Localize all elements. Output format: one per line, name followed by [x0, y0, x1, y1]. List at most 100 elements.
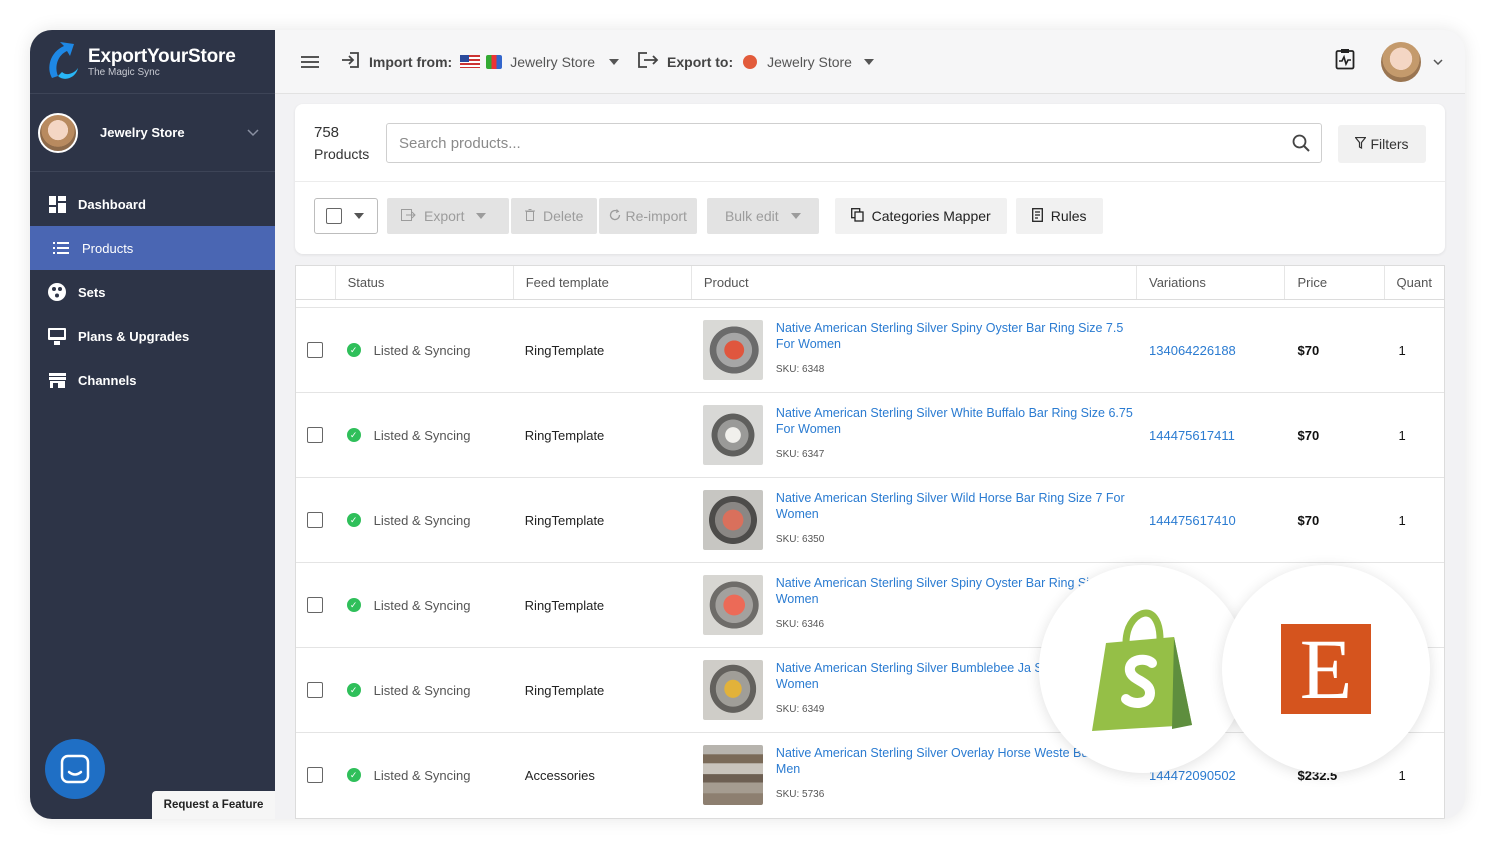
product-thumbnail[interactable]: [702, 405, 763, 465]
variation-link[interactable]: 134064226188: [1137, 343, 1285, 358]
chevron-down-icon: [247, 126, 259, 140]
import-label: Import from:: [369, 53, 453, 70]
column-header-price[interactable]: Price: [1285, 266, 1385, 299]
table-row[interactable]: ✓ Listed & Syncing RingTemplate Native Am…: [296, 392, 1444, 477]
sidebar-item-sets[interactable]: Sets: [30, 270, 275, 314]
sidebar-nav: Dashboard Products Sets Plans & Upgrades: [30, 172, 275, 402]
brand-logo[interactable]: ExportYourStore The Magic Sync: [30, 30, 275, 94]
delete-button[interactable]: Delete: [511, 198, 598, 234]
product-title-link[interactable]: Native American Sterling Silver White Bu…: [776, 405, 1136, 445]
sidebar-item-label: Sets: [78, 284, 106, 300]
search-input[interactable]: [399, 134, 1281, 152]
chevron-down-icon[interactable]: [1433, 56, 1443, 68]
bulk-edit-label: Bulk edit: [724, 208, 779, 224]
export-icon: [637, 51, 659, 72]
brand-name: ExportYourStore: [88, 45, 236, 67]
search-icon[interactable]: [1281, 134, 1321, 152]
marketplace-icon: [486, 54, 503, 69]
status-cell: ✓ Listed & Syncing: [336, 768, 514, 783]
caret-down-icon[interactable]: [354, 213, 364, 219]
product-thumbnail[interactable]: [702, 320, 763, 380]
store-name: Jewelry Store: [100, 125, 185, 140]
chat-launcher-button[interactable]: [45, 739, 105, 799]
status-cell: ✓ Listed & Syncing: [336, 343, 514, 358]
price-cell: $70: [1297, 342, 1320, 358]
etsy-logo-badge: E: [1222, 565, 1430, 773]
row-checkbox[interactable]: [307, 682, 323, 698]
table-header: Status Feed template Product Variations …: [296, 266, 1444, 300]
dashboard-icon: [48, 195, 66, 213]
clipboard-activity-icon[interactable]: [1335, 48, 1355, 75]
filters-label: Filters: [1370, 136, 1409, 152]
categories-mapper-label: Categories Mapper: [871, 208, 991, 224]
export-label: Export to:: [667, 53, 734, 70]
reimport-label: Re-import: [625, 208, 687, 224]
select-all-dropdown[interactable]: [314, 198, 378, 234]
check-circle-icon: ✓: [346, 513, 361, 527]
product-thumbnail[interactable]: [702, 575, 763, 635]
variation-link[interactable]: 144475617410: [1137, 513, 1285, 528]
product-thumbnail[interactable]: [702, 660, 763, 720]
sets-icon: [48, 283, 66, 301]
bulk-edit-button[interactable]: Bulk edit: [706, 198, 819, 234]
column-header-feed-template[interactable]: Feed template: [514, 266, 692, 299]
product-count: 758: [314, 124, 340, 141]
status-text: Listed & Syncing: [373, 597, 471, 613]
export-target-selector[interactable]: Export to: Jewelry Store: [637, 51, 874, 72]
check-circle-icon: ✓: [346, 428, 361, 442]
column-header-quantity[interactable]: Quant: [1385, 266, 1444, 299]
sidebar-item-channels[interactable]: Channels: [30, 358, 275, 402]
hamburger-menu-icon[interactable]: [301, 53, 319, 71]
etsy-logo-icon: E: [1281, 624, 1371, 714]
top-bar: Import from: Jewelry Store Export to: Je…: [275, 30, 1465, 94]
status-text: Listed & Syncing: [373, 342, 471, 358]
categories-mapper-button[interactable]: Categories Mapper: [834, 198, 1007, 234]
row-checkbox[interactable]: [307, 512, 323, 528]
table-row[interactable]: ✓ Listed & Syncing RingTemplate Native Am…: [296, 477, 1444, 562]
filters-button[interactable]: Filters: [1338, 125, 1426, 163]
sidebar-item-products[interactable]: Products: [30, 226, 275, 270]
export-button[interactable]: Export: [387, 198, 509, 234]
import-source-selector[interactable]: Import from: Jewelry Store: [341, 51, 620, 72]
product-cell: Native American Sterling Silver Overlay …: [692, 745, 1137, 805]
status-text: Listed & Syncing: [373, 682, 471, 698]
status-text: Listed & Syncing: [373, 767, 471, 783]
store-switcher[interactable]: Jewelry Store: [30, 94, 275, 172]
sidebar-item-plans[interactable]: Plans & Upgrades: [30, 314, 275, 358]
column-header-variations[interactable]: Variations: [1137, 266, 1286, 299]
caret-down-icon: [476, 213, 487, 219]
product-title-link[interactable]: Native American Sterling Silver Wild Hor…: [776, 490, 1136, 530]
row-checkbox[interactable]: [307, 342, 323, 358]
rules-button[interactable]: Rules: [1015, 198, 1103, 234]
sidebar-item-label: Products: [82, 240, 134, 256]
quantity-cell: 1: [1398, 767, 1406, 783]
column-header-product[interactable]: Product: [692, 266, 1137, 299]
request-feature-button[interactable]: Request a Feature: [152, 791, 275, 819]
product-sku: SKU: 6347: [775, 449, 825, 460]
delete-label: Delete: [543, 208, 584, 224]
row-checkbox[interactable]: [307, 767, 323, 783]
check-circle-icon: ✓: [346, 598, 361, 612]
variation-link[interactable]: 144475617411: [1137, 428, 1285, 443]
row-checkbox[interactable]: [307, 427, 323, 443]
sidebar-item-dashboard[interactable]: Dashboard: [30, 182, 275, 226]
refresh-icon: [609, 208, 621, 224]
feed-template-cell: RingTemplate: [524, 342, 605, 358]
chat-icon: [60, 754, 90, 784]
feed-template-cell: RingTemplate: [524, 512, 605, 528]
column-header-status[interactable]: Status: [336, 266, 514, 299]
reimport-button[interactable]: Re-import: [599, 198, 697, 234]
table-row[interactable]: ✓ Listed & Syncing RingTemplate Native Am…: [296, 307, 1444, 392]
product-sku: SKU: 5736: [775, 789, 825, 800]
caret-down-icon: [609, 58, 620, 65]
select-all-checkbox[interactable]: [326, 208, 342, 224]
monitor-icon: [48, 327, 66, 345]
app-window: ExportYourStore The Magic Sync Jewelry S…: [30, 30, 1465, 819]
product-thumbnail[interactable]: [702, 490, 763, 550]
status-text: Listed & Syncing: [373, 427, 471, 443]
user-avatar[interactable]: [1381, 41, 1421, 82]
product-cell: Native American Sterling Silver Wild Hor…: [692, 490, 1137, 550]
row-checkbox[interactable]: [307, 597, 323, 613]
product-title-link[interactable]: Native American Sterling Silver Spiny Oy…: [776, 320, 1136, 360]
product-thumbnail[interactable]: [702, 745, 763, 805]
